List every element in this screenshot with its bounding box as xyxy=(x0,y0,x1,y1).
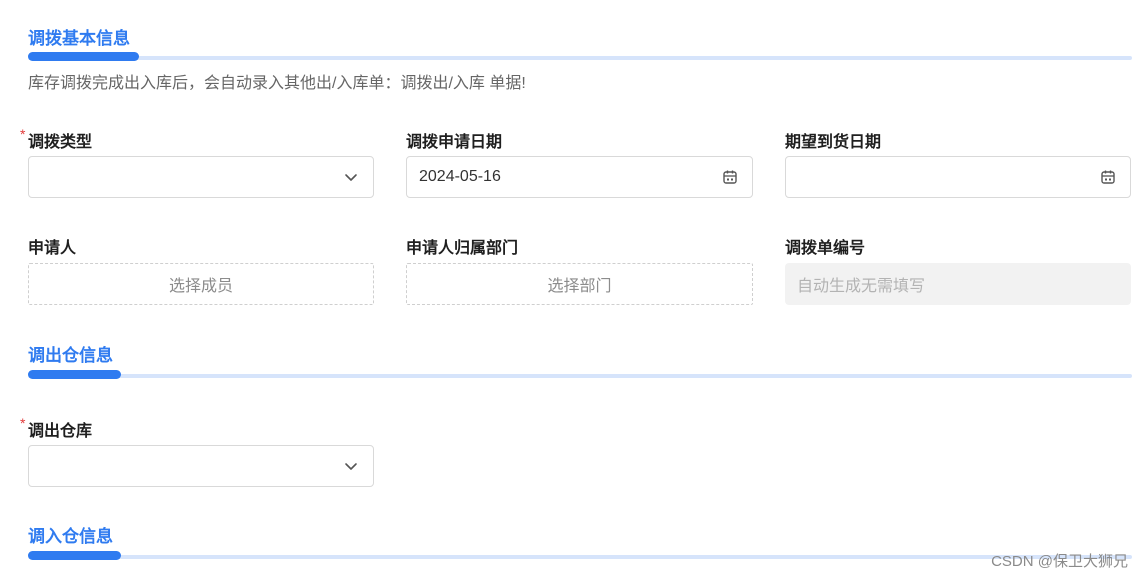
transfer-no-label: 调拨单编号 xyxy=(785,240,866,257)
apply-date-picker[interactable]: 2024-05-16 xyxy=(406,156,753,198)
section-underline xyxy=(28,551,1132,561)
select-department-button[interactable]: 选择部门 xyxy=(406,263,753,305)
expected-date-picker[interactable] xyxy=(785,156,1131,198)
applicant-label: 申请人 xyxy=(28,240,77,257)
section-title-inbound: 调入仓信息 xyxy=(28,527,113,546)
out-warehouse-select[interactable] xyxy=(28,445,374,487)
applicant-dept-label: 申请人归属部门 xyxy=(406,240,519,257)
calendar-icon xyxy=(1098,167,1118,187)
section-title-outbound: 调出仓信息 xyxy=(28,346,113,365)
transfer-type-select[interactable] xyxy=(28,156,374,198)
section-underline xyxy=(28,370,1132,380)
apply-date-value: 2024-05-16 xyxy=(419,168,501,185)
out-warehouse-label: * 调出仓库 xyxy=(20,415,93,440)
expected-date-label: 期望到货日期 xyxy=(785,134,882,151)
section-underline xyxy=(28,52,1132,62)
watermark: CSDN @保卫大狮兄 xyxy=(991,553,1128,570)
section-title-basic-info: 调拨基本信息 xyxy=(28,29,130,48)
transfer-no-field: 自动生成无需填写 xyxy=(785,263,1131,305)
transfer-type-label: * 调拨类型 xyxy=(20,126,93,151)
section-description: 库存调拨完成出入库后，会自动录入其他出/入库单：调拨出/入库 单据! xyxy=(28,75,526,92)
chevron-down-icon xyxy=(341,456,361,476)
calendar-icon xyxy=(720,167,740,187)
apply-date-label: 调拨申请日期 xyxy=(406,134,503,151)
required-mark: * xyxy=(20,126,26,142)
required-mark: * xyxy=(20,415,26,431)
chevron-down-icon xyxy=(341,167,361,187)
select-member-button[interactable]: 选择成员 xyxy=(28,263,374,305)
